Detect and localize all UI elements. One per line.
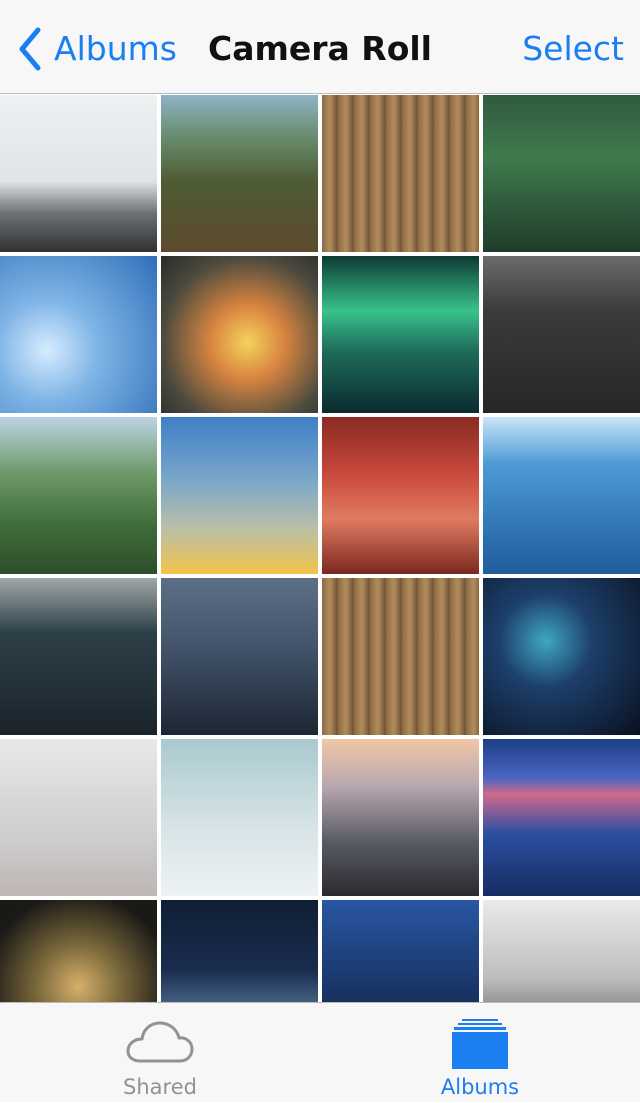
photo-space-man[interactable] xyxy=(483,578,640,735)
photo-foggy-mountain[interactable] xyxy=(0,95,157,252)
photo-pale-teal-sky[interactable] xyxy=(161,739,318,896)
tab-albums-label: Albums xyxy=(440,1075,520,1099)
photo-bokeh-tree[interactable] xyxy=(0,900,157,1002)
photo-tree-trunks[interactable] xyxy=(322,95,479,252)
albums-icon xyxy=(452,1019,508,1069)
photo-tree-trunks-2[interactable] xyxy=(322,578,479,735)
photo-burj-khalifa-fog[interactable] xyxy=(161,900,318,1002)
photo-misty-forest[interactable] xyxy=(0,739,157,896)
photo-aurora-mountain[interactable] xyxy=(322,256,479,413)
tab-albums[interactable]: Albums xyxy=(380,1003,580,1103)
photo-turf-roof-cabin[interactable] xyxy=(161,95,318,252)
navigation-bar: Albums Camera Roll Select xyxy=(0,0,640,94)
select-button[interactable]: Select xyxy=(522,26,624,72)
photo-matterhorn-reflection[interactable] xyxy=(483,739,640,896)
photo-red-canyon-art[interactable] xyxy=(322,417,479,574)
photo-green-forest-art[interactable] xyxy=(483,95,640,252)
cloud-icon xyxy=(126,1021,194,1063)
photo-treehouse-forest[interactable] xyxy=(0,578,157,735)
photo-blue-yellow-gradient[interactable] xyxy=(161,417,318,574)
photo-snowy-pines[interactable] xyxy=(483,900,640,1002)
photo-seascape-rocks[interactable] xyxy=(322,739,479,896)
photo-grid xyxy=(0,95,640,1002)
photo-dark-landscape[interactable] xyxy=(483,256,640,413)
photo-geometric-star[interactable] xyxy=(161,578,318,735)
photo-milky-way[interactable] xyxy=(322,900,479,1002)
tab-shared-label: Shared xyxy=(123,1075,197,1099)
photo-frozen-lake[interactable] xyxy=(483,417,640,574)
tab-shared[interactable]: Shared xyxy=(60,1003,260,1103)
photo-ice-bubbles[interactable] xyxy=(0,256,157,413)
photo-colorful-installation[interactable] xyxy=(161,256,318,413)
tab-bar: Shared Albums xyxy=(0,1002,640,1102)
photo-green-valley[interactable] xyxy=(0,417,157,574)
